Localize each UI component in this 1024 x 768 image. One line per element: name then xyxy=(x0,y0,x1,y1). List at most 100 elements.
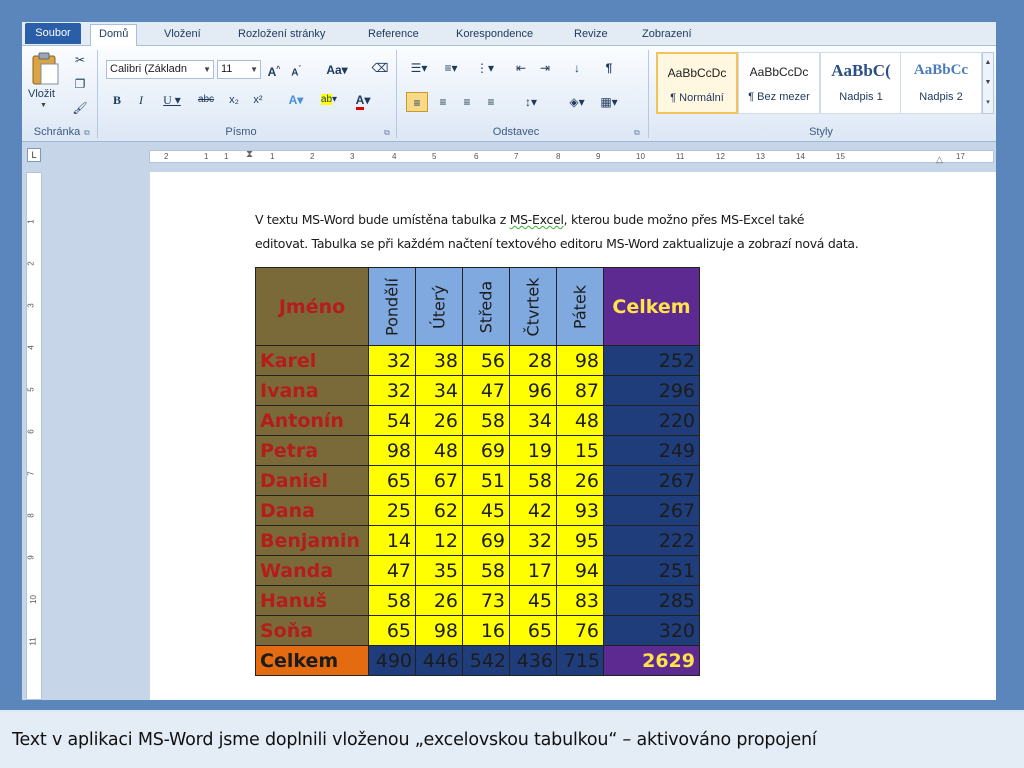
show-formatting-icon[interactable]: ¶ xyxy=(598,58,620,78)
row-value: 98 xyxy=(368,435,416,466)
indent-marker-icon[interactable]: ⧗ xyxy=(246,149,253,160)
header-day-label: Pátek xyxy=(570,284,590,329)
bullets-icon[interactable]: ☰▾ xyxy=(406,58,432,78)
numbering-icon[interactable]: ≡▾ xyxy=(438,58,464,78)
row-value: 94 xyxy=(556,555,604,586)
table-header-row: Jméno Pondělí Úterý Středa Čtvrtek Pátek… xyxy=(255,267,700,346)
cut-icon[interactable]: ✂ xyxy=(70,50,90,70)
clear-formatting-icon[interactable]: ⌫ xyxy=(368,58,392,78)
row-value: 56 xyxy=(462,345,510,376)
highlight-icon[interactable]: ab▾ xyxy=(314,90,344,110)
header-day: Pátek xyxy=(556,267,604,346)
font-size-combo[interactable]: 11 ▼ xyxy=(217,60,261,79)
header-day: Středa xyxy=(462,267,510,346)
ruler-tick: 1 xyxy=(270,152,275,161)
row-value: 14 xyxy=(368,525,416,556)
body-paragraph[interactable]: V textu MS-Word bude umístěna tabulka z … xyxy=(255,208,945,256)
format-painter-icon[interactable]: 🖌 xyxy=(70,98,90,118)
horizontal-ruler[interactable]: ⧗ △ 2 1 1 1 2 3 4 5 6 7 8 9 10 11 12 13 14 15 17 xyxy=(149,149,994,165)
multilevel-list-icon[interactable]: ⋮▾ xyxy=(470,58,500,78)
ruler-tick: 2 xyxy=(26,261,36,266)
borders-icon[interactable]: ▦▾ xyxy=(594,92,624,112)
spell-flagged-word[interactable]: MS-Excel xyxy=(510,212,564,227)
strikethrough-icon[interactable]: abc xyxy=(192,90,220,110)
tab-selector-icon[interactable]: L xyxy=(27,148,41,162)
shading-icon[interactable]: ◈▾ xyxy=(562,92,592,112)
row-value: 15 xyxy=(556,435,604,466)
tab-review[interactable]: Revize xyxy=(566,25,616,46)
tab-home[interactable]: Domů xyxy=(90,24,138,46)
row-value: 35 xyxy=(415,555,463,586)
style-preview: AaBbC( xyxy=(831,61,891,80)
row-value: 65 xyxy=(368,615,416,646)
justify-icon[interactable]: ≡ xyxy=(480,92,502,112)
tab-page-layout[interactable]: Rozložení stránky xyxy=(230,25,333,46)
style-heading-2[interactable]: AaBbCc Nadpis 2 xyxy=(900,52,982,114)
bold-icon[interactable]: B xyxy=(108,90,126,110)
style-heading-1[interactable]: AaBbC( Nadpis 1 xyxy=(820,52,902,114)
sort-icon[interactable]: ↓ xyxy=(566,58,588,78)
align-center-icon[interactable]: ≡ xyxy=(432,92,454,112)
ruler-tick: 6 xyxy=(26,429,36,434)
shrink-font-icon[interactable]: Aˇ xyxy=(286,60,306,80)
underline-icon[interactable]: U ▾ xyxy=(158,90,186,110)
grow-font-icon[interactable]: A^ xyxy=(264,60,284,80)
style-no-spacing[interactable]: AaBbCcDc ¶ Bez mezer xyxy=(738,52,820,114)
styles-group-label: Styly xyxy=(809,126,833,138)
line-spacing-icon[interactable]: ↕▾ xyxy=(516,92,546,112)
row-value: 45 xyxy=(462,495,510,526)
row-name: Soňa xyxy=(255,615,369,646)
paragraph-line: editovat. Tabulka se při každém načtení … xyxy=(255,236,859,251)
italic-icon[interactable]: I xyxy=(132,90,150,110)
row-value: 48 xyxy=(415,435,463,466)
table-row: Hanuš 58 26 73 45 83 285 xyxy=(255,585,700,616)
paragraph-launcher-icon[interactable]: ⧉ xyxy=(634,128,640,138)
font-color-icon[interactable]: A▾ xyxy=(348,90,378,110)
tab-file[interactable]: Soubor xyxy=(25,23,81,44)
increase-indent-icon[interactable]: ⇥ xyxy=(534,58,556,78)
right-indent-marker-icon[interactable]: △ xyxy=(936,154,943,165)
ruler-tick: 13 xyxy=(756,152,765,161)
copy-icon[interactable]: ❐ xyxy=(70,74,90,94)
ruler-tick: 10 xyxy=(28,595,38,604)
tab-references[interactable]: Reference xyxy=(360,25,427,46)
ruler-tick: 11 xyxy=(28,637,38,646)
superscript-icon[interactable]: x² xyxy=(248,90,268,110)
tab-insert[interactable]: Vložení xyxy=(156,25,209,46)
row-name: Antonín xyxy=(255,405,369,436)
header-name: Jméno xyxy=(255,267,369,346)
row-value: 87 xyxy=(556,375,604,406)
styles-scroll[interactable]: ▲ ▼ ▾ xyxy=(982,52,994,114)
footer-value: 715 xyxy=(556,645,604,676)
font-name-combo[interactable]: Calibri (Základn ▼ xyxy=(106,60,214,79)
row-value: 17 xyxy=(509,555,557,586)
table-footer-row: Celkem 490 446 542 436 715 2629 xyxy=(255,645,700,676)
decrease-indent-icon[interactable]: ⇤ xyxy=(510,58,532,78)
row-value: 58 xyxy=(462,555,510,586)
tab-view[interactable]: Zobrazení xyxy=(634,25,700,46)
subscript-icon[interactable]: x₂ xyxy=(224,90,244,110)
row-name: Daniel xyxy=(255,465,369,496)
ruler-tick: 5 xyxy=(432,152,437,161)
table-row: Petra 98 48 69 19 15 249 xyxy=(255,435,700,466)
text-effects-icon[interactable]: A▾ xyxy=(282,90,310,110)
text-span: , kterou bude možno přes MS-Excel také xyxy=(563,212,805,227)
vertical-ruler[interactable]: 1 2 3 4 5 6 7 8 9 10 11 xyxy=(26,172,42,700)
clipboard-launcher-icon[interactable]: ⧉ xyxy=(84,128,90,138)
document-page[interactable]: V textu MS-Word bude umístěna tabulka z … xyxy=(150,172,996,700)
style-normal[interactable]: AaBbCcDc ¶ Normální xyxy=(656,52,738,114)
ribbon-tabs: Soubor Domů Vložení Rozložení stránky Re… xyxy=(22,22,996,46)
style-preview: AaBbCcDc xyxy=(667,66,727,80)
row-value: 42 xyxy=(509,495,557,526)
slide-caption: Text v aplikaci MS-Word jsme doplnili vl… xyxy=(0,712,1024,768)
tab-mailings[interactable]: Korespondence xyxy=(448,25,541,46)
align-right-icon[interactable]: ≡ xyxy=(456,92,478,112)
change-case-icon[interactable]: Aa▾ xyxy=(320,60,354,80)
font-launcher-icon[interactable]: ⧉ xyxy=(384,128,390,138)
footer-label: Celkem xyxy=(255,645,369,676)
row-value: 96 xyxy=(509,375,557,406)
row-value: 12 xyxy=(415,525,463,556)
paste-button[interactable]: Vložit ▼ xyxy=(28,50,62,116)
align-left-icon[interactable]: ≡ xyxy=(406,92,428,112)
embedded-excel-table[interactable]: Jméno Pondělí Úterý Středa Čtvrtek Pátek… xyxy=(255,267,700,676)
